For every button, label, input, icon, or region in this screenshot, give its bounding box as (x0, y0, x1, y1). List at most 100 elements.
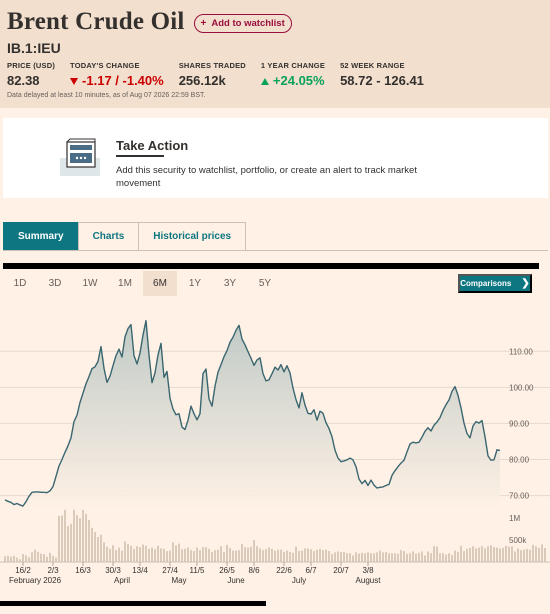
volume-bar (508, 546, 510, 562)
volume-bar (496, 547, 498, 562)
volume-bar (211, 551, 213, 562)
stat-label: SHARES TRADED (178, 61, 246, 70)
x-tick-label: 20/7 (333, 566, 349, 575)
volume-bar (46, 556, 48, 562)
price-chart[interactable]: 70.00 80.00 90.00 100.00 110.00 1M 500k 16/2 2/3… (0, 300, 550, 600)
volume-bar (463, 551, 465, 562)
month-label: April (114, 576, 130, 585)
stat-label: 52 WEEK RANGE (340, 61, 405, 70)
volume-bar (280, 549, 282, 562)
volume-bar (142, 544, 144, 562)
add-to-watchlist-label: Add to watchlist (211, 17, 285, 29)
chart-top-rule (3, 263, 539, 269)
stat-1-year-change: 1 YEAR CHANGE +24.05% (260, 61, 325, 88)
volume-bar (37, 551, 39, 562)
period-6m[interactable]: 6M (143, 271, 177, 296)
volume-bar (34, 549, 36, 562)
volume-bar (370, 553, 372, 562)
volume-bar (355, 552, 357, 562)
volume-bar (415, 553, 417, 562)
quote-stats: PRICE (USD) 82.38 TODAY'S CHANGE -1.17 /… (7, 61, 543, 88)
volume-bar (7, 555, 9, 562)
volume-bar (229, 547, 231, 562)
volume-bar (451, 554, 453, 562)
volume-bar (346, 553, 348, 562)
volume-bar (469, 547, 471, 562)
volume-bar (139, 547, 141, 562)
volume-bar (70, 523, 72, 562)
volume-bar (283, 551, 285, 562)
x-tick-label: 6/7 (305, 566, 317, 575)
volume-tick-label: 1M (509, 514, 520, 523)
period-1w[interactable]: 1W (73, 271, 107, 296)
tab-summary[interactable]: Summary (3, 222, 79, 251)
period-1d[interactable]: 1D (3, 271, 37, 296)
chart-scroll-bar[interactable] (0, 601, 266, 606)
volume-bar (292, 552, 294, 562)
comparisons-button[interactable]: Comparisons ❯ (458, 274, 532, 293)
volume-bar (352, 555, 354, 562)
x-tick-label: 16/3 (75, 566, 91, 575)
period-1y[interactable]: 1Y (178, 271, 212, 296)
stat-value: +24.05% (272, 73, 325, 88)
volume-bar (94, 532, 96, 562)
volume-bar (13, 555, 15, 562)
volume-bar (265, 549, 267, 562)
add-to-watchlist-button[interactable]: + Add to watchlist (193, 13, 292, 33)
take-action-text: Add this security to watchlist, portfoli… (116, 165, 417, 189)
volume-bar (190, 550, 192, 562)
volume-bar (514, 551, 516, 562)
period-5y[interactable]: 5Y (248, 271, 282, 296)
tab-historical-prices[interactable]: Historical prices (138, 222, 247, 251)
volume-bar (484, 548, 486, 562)
volume-bar (445, 554, 447, 562)
comparisons-label: Comparisons (460, 279, 512, 288)
volume-bar (223, 551, 225, 562)
volume-bar (400, 550, 402, 562)
volume-bar (277, 549, 279, 562)
volume-bar (181, 549, 183, 562)
volume-bar (307, 548, 309, 562)
volume-bar (532, 544, 534, 562)
x-tick-label: 11/5 (190, 566, 206, 575)
tab-divider (3, 250, 548, 251)
period-3y[interactable]: 3Y (213, 271, 247, 296)
volume-bar (22, 554, 24, 562)
volume-bar (40, 553, 42, 562)
stat-52-week-range: 52 WEEK RANGE 58.72 - 126.41 (340, 61, 424, 88)
volume-bar (340, 551, 342, 562)
security-symbol: IB.1:IEU (7, 40, 61, 56)
y-tick-label: 70.00 (509, 492, 530, 501)
volume-bar (391, 553, 393, 562)
volume-bar (544, 547, 546, 562)
volume-bar (286, 550, 288, 562)
volume-bar (103, 542, 105, 562)
volume-bar (472, 546, 474, 562)
volume-bar (10, 556, 12, 562)
volume-bar (304, 548, 306, 562)
volume-bar (328, 551, 330, 562)
y-tick-label: 110.00 (509, 347, 533, 356)
volume-bar (367, 552, 369, 562)
volume-bar (154, 549, 156, 562)
period-1m[interactable]: 1M (108, 271, 142, 296)
volume-bar (475, 548, 477, 562)
volume-bar (529, 549, 531, 562)
volume-bar (541, 544, 543, 562)
volume-bar (505, 545, 507, 562)
volume-bar (430, 553, 432, 562)
volume-bar (55, 557, 57, 562)
volume-bar (331, 554, 333, 562)
stat-label: TODAY'S CHANGE (70, 61, 140, 70)
price-area (5, 320, 500, 510)
period-3d[interactable]: 3D (38, 271, 72, 296)
volume-bar (172, 542, 174, 562)
stat-shares-traded: SHARES TRADED 256.12k (179, 61, 246, 88)
volume-bar (25, 555, 27, 562)
volume-bar (241, 544, 243, 562)
volume-bar (16, 557, 18, 562)
volume-bar (247, 547, 249, 562)
tab-charts[interactable]: Charts (77, 222, 140, 251)
volume-bar (43, 554, 45, 562)
volume-bar (76, 515, 78, 562)
